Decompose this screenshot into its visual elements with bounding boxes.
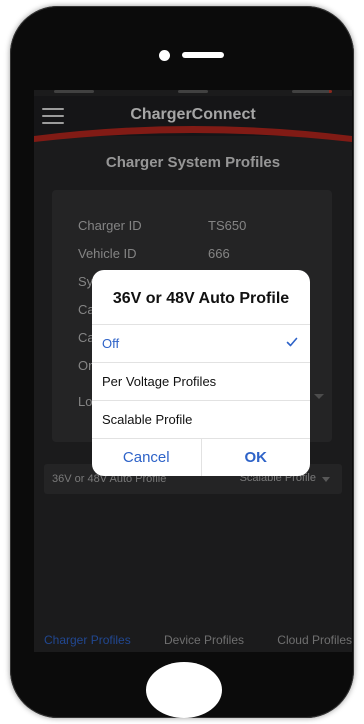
app-screen: ChargerConnect Charger System Profiles C… <box>34 90 352 652</box>
front-camera <box>159 50 170 61</box>
cancel-button[interactable]: Cancel <box>92 439 201 476</box>
dialog-button-row: Cancel OK <box>92 438 310 476</box>
earpiece-speaker <box>182 52 224 58</box>
check-icon <box>286 337 298 347</box>
home-button[interactable] <box>146 662 222 718</box>
option-off[interactable]: Off <box>92 324 310 362</box>
ok-button[interactable]: OK <box>200 439 311 476</box>
option-label: Per Voltage Profiles <box>102 374 217 389</box>
phone-frame: ChargerConnect Charger System Profiles C… <box>10 6 354 718</box>
profile-select-dialog: 36V or 48V Auto Profile Off Per Voltage … <box>92 270 310 476</box>
option-label: Scalable Profile <box>102 412 193 427</box>
option-per-voltage-profiles[interactable]: Per Voltage Profiles <box>92 362 310 400</box>
option-scalable-profile[interactable]: Scalable Profile <box>92 400 310 438</box>
dialog-title: 36V or 48V Auto Profile <box>112 290 290 307</box>
option-label: Off <box>102 336 120 351</box>
